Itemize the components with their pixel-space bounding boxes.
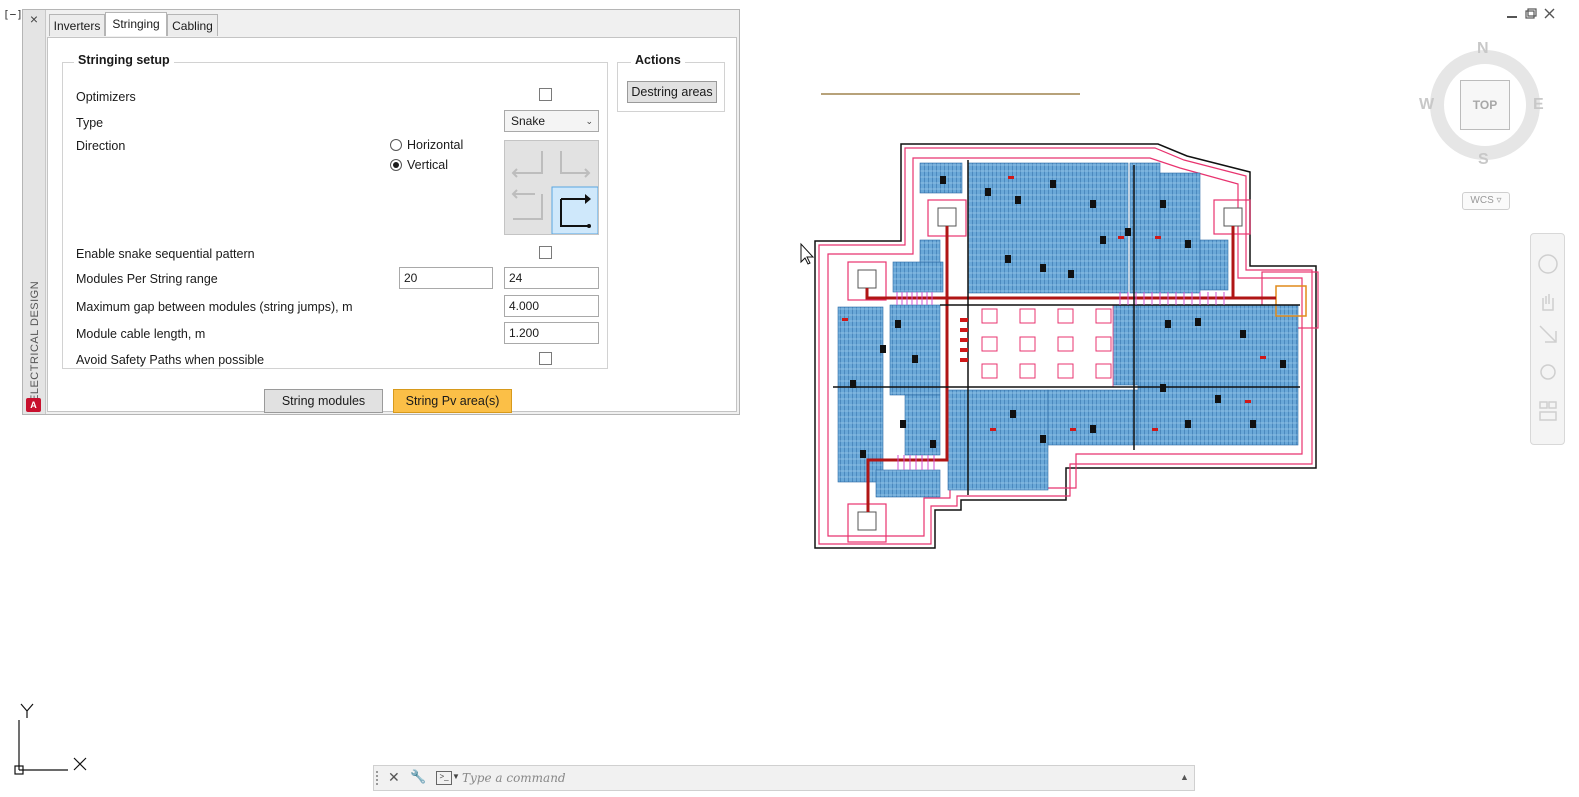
- customize-wrench-icon[interactable]: 🔧: [410, 769, 426, 785]
- wcs-label: WCS: [1470, 195, 1494, 206]
- command-prompt-icon[interactable]: >_: [436, 771, 452, 785]
- viewcube-top-face[interactable]: TOP: [1460, 80, 1510, 130]
- zoom-icon: [1539, 325, 1557, 343]
- pan-icon: [1542, 294, 1554, 311]
- compass-south[interactable]: S: [1478, 151, 1489, 169]
- close-command-icon[interactable]: ✕: [388, 769, 400, 786]
- compass-east[interactable]: E: [1533, 96, 1544, 114]
- showmotion-icon: [1539, 411, 1557, 421]
- navigation-bar: [1530, 233, 1565, 445]
- orbit-icon: [1540, 364, 1556, 380]
- steering-wheel-icon: [1538, 254, 1558, 274]
- command-line: ✕ 🔧 >_ ▼ Type a command ▲: [373, 765, 1195, 791]
- command-input[interactable]: Type a command: [462, 766, 1162, 790]
- command-history-chevron-icon[interactable]: ▲: [1180, 772, 1189, 782]
- compass-north[interactable]: N: [1477, 40, 1489, 58]
- drag-handle[interactable]: [376, 771, 384, 785]
- drawing-canvas[interactable]: [0, 0, 1579, 797]
- wcs-dropdown[interactable]: WCS ▿: [1462, 192, 1510, 210]
- compass-west[interactable]: W: [1419, 96, 1434, 114]
- recent-commands-chevron-icon[interactable]: ▼: [452, 772, 460, 781]
